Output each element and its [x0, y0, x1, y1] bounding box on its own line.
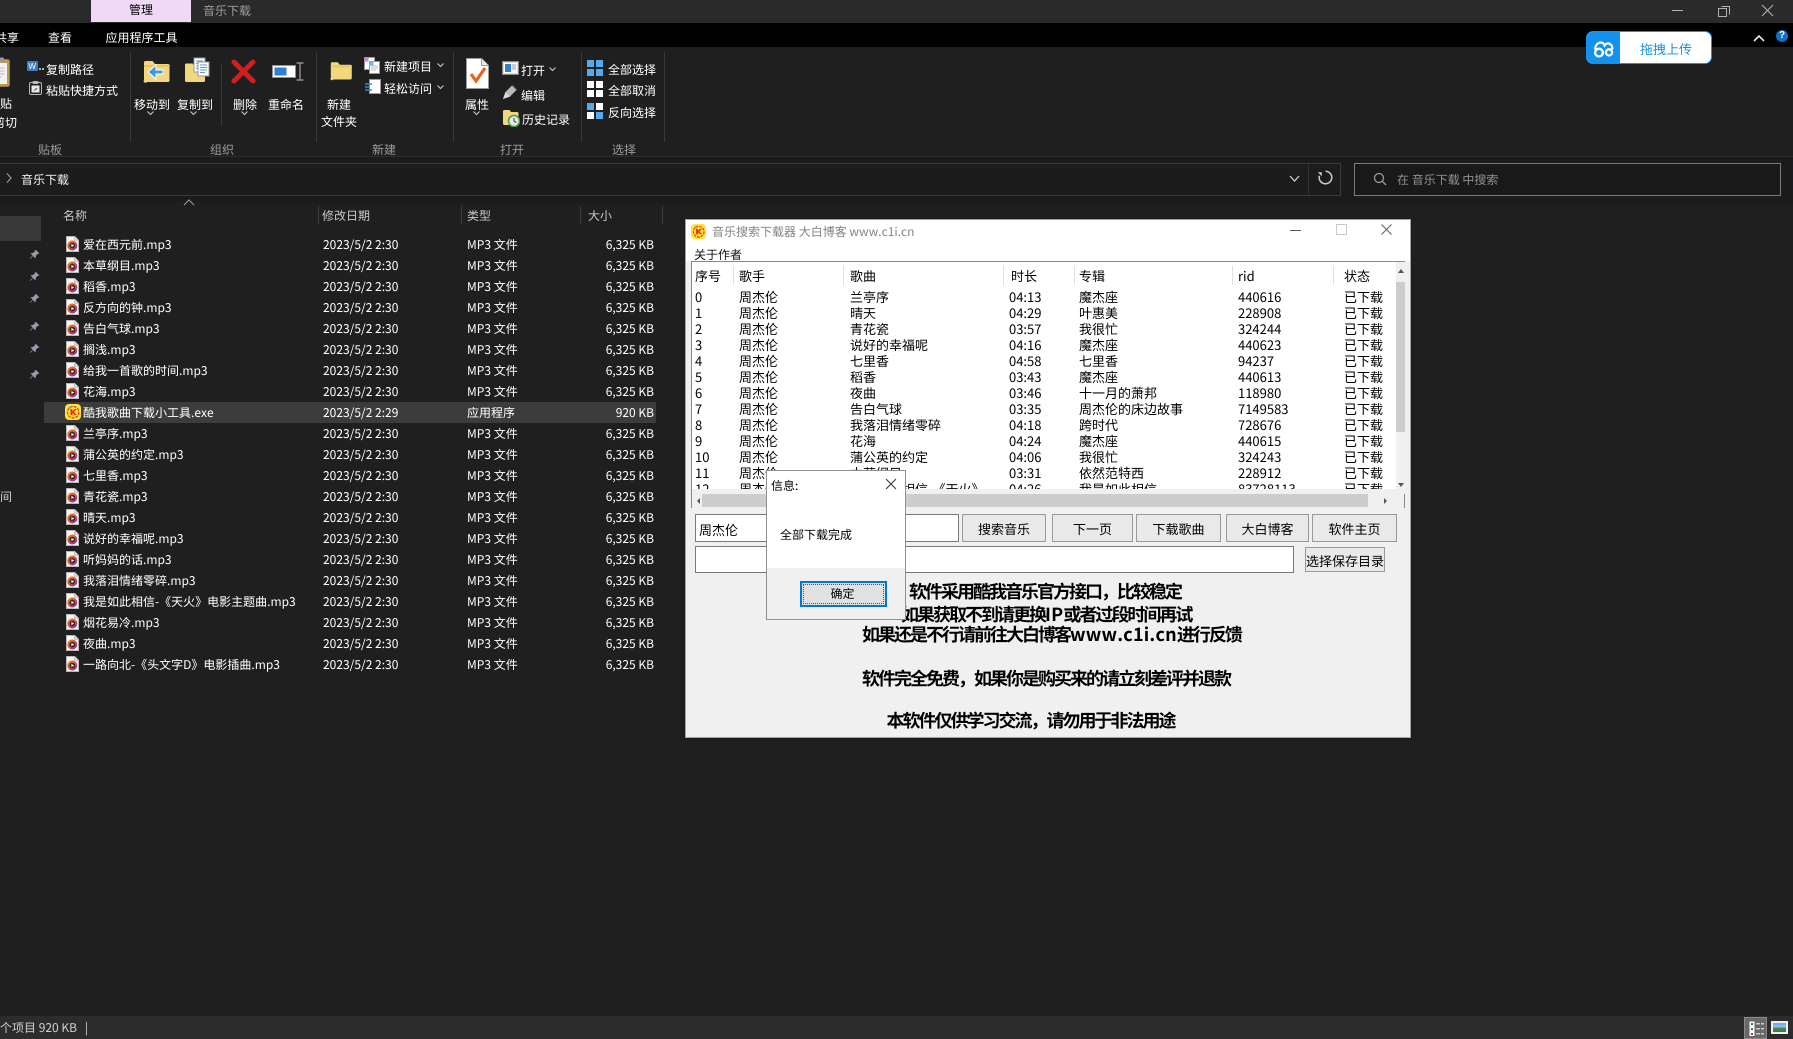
- svg-text:W: W: [28, 62, 36, 71]
